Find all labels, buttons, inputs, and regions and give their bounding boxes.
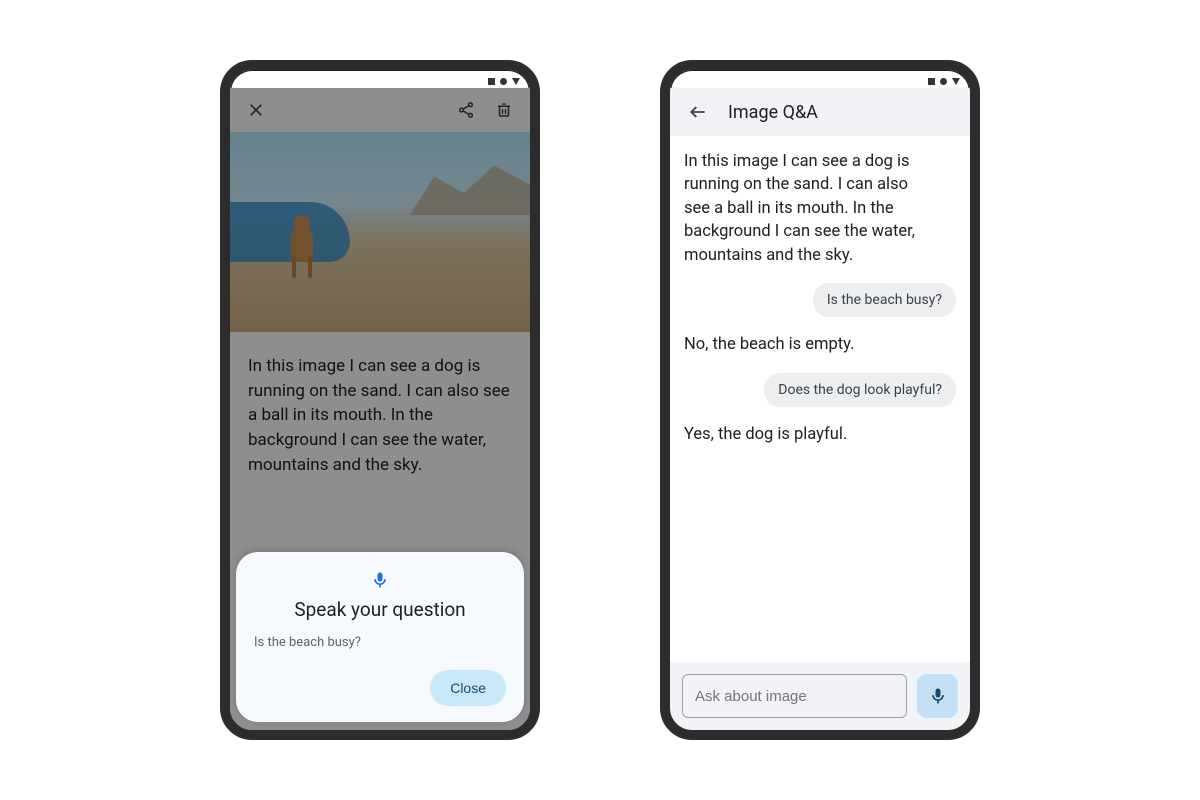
status-icon (952, 78, 960, 85)
voice-input-sheet: Speak your question Is the beach busy? C… (236, 552, 524, 722)
question-input[interactable] (682, 674, 907, 718)
voice-transcript: Is the beach busy? (254, 635, 361, 650)
status-bar (670, 70, 970, 88)
qa-header: Image Q&A (670, 88, 970, 136)
image-viewer: In this image I can see a dog is running… (230, 88, 530, 730)
input-bar (670, 662, 970, 730)
ai-message: Yes, the dog is playful. (684, 423, 934, 446)
status-icon (488, 78, 495, 85)
status-icon (500, 78, 507, 85)
status-bar (230, 70, 530, 88)
ai-message: No, the beach is empty. (684, 333, 934, 356)
phone-left: In this image I can see a dog is running… (220, 60, 540, 740)
user-message: Is the beach busy? (813, 283, 956, 317)
microphone-button[interactable] (917, 674, 958, 718)
user-message: Does the dog look playful? (764, 373, 956, 407)
status-icon (928, 78, 935, 85)
chat-body[interactable]: In this image I can see a dog is running… (670, 136, 970, 662)
status-icon (940, 78, 947, 85)
status-icon (512, 78, 520, 85)
page-title: Image Q&A (728, 102, 818, 123)
close-button[interactable]: Close (430, 670, 506, 706)
microphone-icon[interactable] (370, 570, 390, 590)
back-icon[interactable] (682, 96, 714, 128)
phone-right: Image Q&A In this image I can see a dog … (660, 60, 980, 740)
ai-message: In this image I can see a dog is running… (684, 150, 934, 267)
sheet-title: Speak your question (294, 598, 465, 621)
